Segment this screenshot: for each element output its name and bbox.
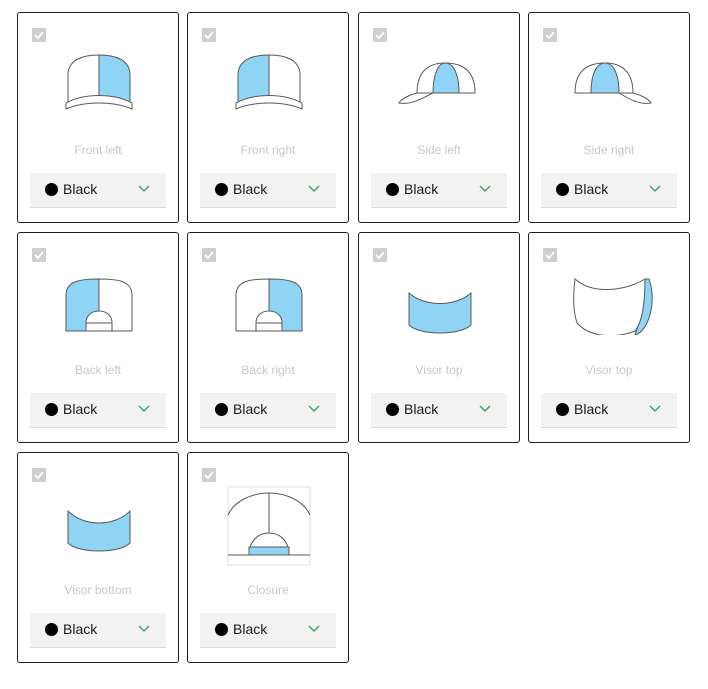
part-label: Side right: [583, 143, 635, 157]
visor-bottom-icon: [67, 509, 131, 552]
color-select[interactable]: Black: [371, 173, 507, 208]
color-select-value: Black: [574, 181, 609, 197]
chevron-down-icon: [479, 185, 491, 193]
part-card-front-right[interactable]: Front right Black: [187, 12, 349, 223]
chevron-down-icon: [138, 625, 150, 633]
color-select-value: Black: [63, 181, 98, 197]
cap-side-left-icon: [398, 62, 476, 104]
cap-back-right-icon: [235, 278, 303, 332]
color-select-value: Black: [574, 401, 609, 417]
cap-front-left-icon: [65, 54, 133, 110]
color-swatch: [215, 183, 228, 196]
color-swatch: [215, 403, 228, 416]
color-select[interactable]: Black: [371, 393, 507, 428]
part-card-visor-top[interactable]: Visor top Black: [358, 232, 520, 443]
part-card-visor-top-angled[interactable]: Visor top Black: [528, 232, 690, 443]
part-card-front-left[interactable]: Front left Black: [17, 12, 179, 223]
cap-closure-icon: [227, 486, 311, 566]
color-swatch: [556, 183, 569, 196]
checkbox-icon[interactable]: [373, 28, 387, 42]
checkbox-icon[interactable]: [202, 28, 216, 42]
color-select-value: Black: [233, 181, 268, 197]
part-label: Back right: [241, 363, 295, 377]
cap-front-right-icon: [235, 54, 303, 110]
color-select[interactable]: Black: [200, 393, 336, 428]
part-card-side-right[interactable]: Side right Black: [528, 12, 690, 223]
part-label: Visor top: [585, 363, 633, 377]
checkbox-icon[interactable]: [373, 248, 387, 262]
part-label: Front left: [74, 143, 122, 157]
cap-side-right-icon: [574, 62, 652, 104]
chevron-down-icon: [308, 405, 320, 413]
chevron-down-icon: [649, 405, 661, 413]
color-select-value: Black: [63, 621, 98, 637]
color-select-value: Black: [404, 401, 439, 417]
checkbox-icon[interactable]: [543, 28, 557, 42]
color-select[interactable]: Black: [30, 393, 166, 428]
part-label: Visor bottom: [64, 583, 132, 597]
color-select[interactable]: Black: [30, 173, 166, 208]
checkbox-icon[interactable]: [202, 248, 216, 262]
chevron-down-icon: [138, 185, 150, 193]
color-swatch: [45, 183, 58, 196]
color-swatch: [45, 623, 58, 636]
part-card-back-left[interactable]: Back left Black: [17, 232, 179, 443]
chevron-down-icon: [479, 405, 491, 413]
part-label: Closure: [247, 583, 289, 597]
visor-top-icon: [408, 291, 472, 334]
part-label: Side left: [417, 143, 461, 157]
color-select[interactable]: Black: [30, 613, 166, 648]
color-select-value: Black: [233, 401, 268, 417]
color-select-value: Black: [404, 181, 439, 197]
chevron-down-icon: [308, 625, 320, 633]
part-label: Front right: [240, 143, 296, 157]
checkbox-icon[interactable]: [543, 248, 557, 262]
color-select[interactable]: Black: [200, 173, 336, 208]
checkbox-icon[interactable]: [32, 468, 46, 482]
color-swatch: [215, 623, 228, 636]
part-card-closure[interactable]: Closure Black: [187, 452, 349, 663]
color-swatch: [45, 403, 58, 416]
part-card-visor-bottom[interactable]: Visor bottom Black: [17, 452, 179, 663]
chevron-down-icon: [308, 185, 320, 193]
chevron-down-icon: [138, 405, 150, 413]
part-label: Back left: [74, 363, 122, 377]
visor-top-angled-icon: [573, 277, 653, 335]
part-card-back-right[interactable]: Back right Black: [187, 232, 349, 443]
checkbox-icon[interactable]: [32, 28, 46, 42]
chevron-down-icon: [649, 185, 661, 193]
part-label: Visor top: [415, 363, 463, 377]
color-select[interactable]: Black: [541, 393, 677, 428]
color-swatch: [386, 403, 399, 416]
cap-back-left-icon: [65, 278, 133, 332]
checkbox-icon[interactable]: [32, 248, 46, 262]
color-swatch: [386, 183, 399, 196]
color-select[interactable]: Black: [541, 173, 677, 208]
color-select-value: Black: [233, 621, 268, 637]
color-swatch: [556, 403, 569, 416]
color-select[interactable]: Black: [200, 613, 336, 648]
part-card-side-left[interactable]: Side left Black: [358, 12, 520, 223]
checkbox-icon[interactable]: [202, 468, 216, 482]
color-select-value: Black: [63, 401, 98, 417]
